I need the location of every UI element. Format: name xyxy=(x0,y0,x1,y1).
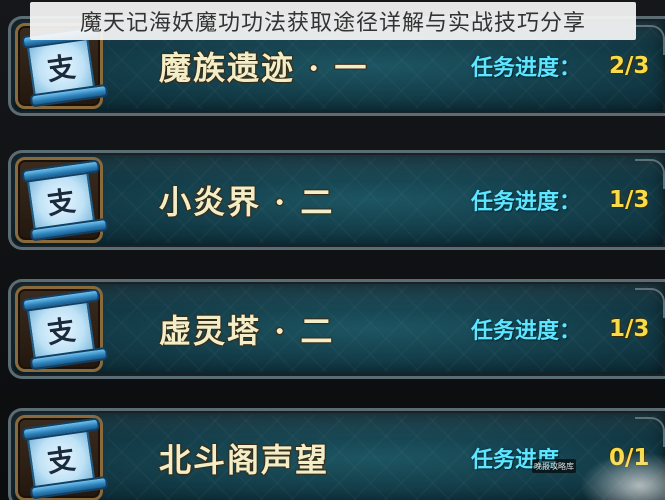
scroll-icon: 支 xyxy=(25,294,97,366)
task-list-screen: 魔天记海妖魔功功法获取途径详解与实战技巧分享 支 魔族遗迹 · 一 任务进度： … xyxy=(0,0,665,500)
progress-value: 2/3 xyxy=(609,53,650,79)
task-row-3[interactable]: 支 北斗阁声望 任务进度 0/1 xyxy=(8,408,665,500)
corner-fade-overlay xyxy=(580,452,665,500)
task-name: 小炎界 · 二 xyxy=(159,183,335,221)
scroll-icon-char: 支 xyxy=(45,442,78,479)
watermark-badge: 晚报攻略库 xyxy=(532,459,576,473)
progress-value: 1/3 xyxy=(609,187,650,213)
scroll-icon-char: 支 xyxy=(45,50,78,87)
task-row-1[interactable]: 支 小炎界 · 二 任务进度： 1/3 xyxy=(8,150,665,250)
scroll-icon: 支 xyxy=(25,31,97,103)
task-name: 北斗阁声望 xyxy=(159,441,330,479)
progress-value: 1/3 xyxy=(609,316,650,342)
progress-label: 任务进度： xyxy=(471,319,582,344)
task-icon-frame: 支 xyxy=(15,157,103,243)
progress-label: 任务进度： xyxy=(471,190,582,215)
task-icon-frame: 支 xyxy=(15,286,103,372)
article-title: 魔天记海妖魔功功法获取途径详解与实战技巧分享 xyxy=(79,11,586,36)
watermark-text: 晚报攻略库 xyxy=(534,461,574,471)
scroll-icon-char: 支 xyxy=(45,184,78,221)
task-row-2[interactable]: 支 虚灵塔 · 二 任务进度： 1/3 xyxy=(8,279,665,379)
article-title-banner: 魔天记海妖魔功功法获取途径详解与实战技巧分享 xyxy=(30,2,636,40)
task-name: 魔族遗迹 · 一 xyxy=(159,49,369,87)
scroll-icon: 支 xyxy=(25,423,97,495)
progress-label: 任务进度： xyxy=(471,56,582,81)
scroll-icon: 支 xyxy=(25,165,97,237)
task-name: 虚灵塔 · 二 xyxy=(159,312,335,350)
scroll-icon-char: 支 xyxy=(45,313,78,350)
task-icon-frame: 支 xyxy=(15,415,103,500)
